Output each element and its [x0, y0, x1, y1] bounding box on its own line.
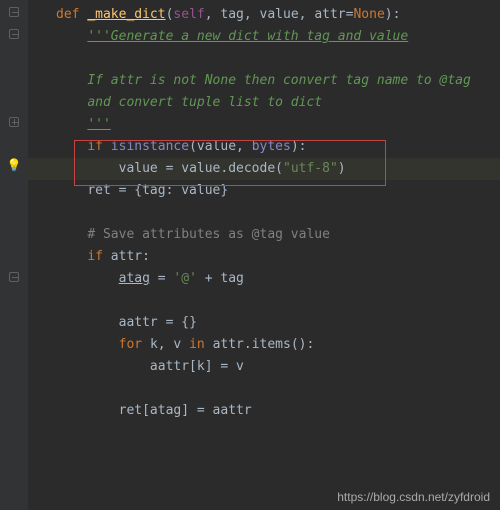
keyword: if — [87, 139, 110, 154]
code-text: attr.items(): — [213, 337, 315, 352]
fold-icon[interactable] — [7, 270, 21, 284]
lightbulb-icon[interactable]: 💡 — [7, 158, 21, 172]
code-editor[interactable]: 💡 def _make_dict ( self, tag, value, attr =… — [0, 0, 500, 510]
fold-icon[interactable] — [7, 5, 21, 19]
code-text: attr: — [111, 249, 150, 264]
comment: # Save attributes as @tag value — [87, 227, 330, 242]
param-self: self — [173, 7, 204, 22]
docstring: If attr is not None then convert tag nam… — [87, 73, 471, 88]
code-line[interactable]: '''Generate a new dict with tag and valu… — [28, 26, 500, 48]
code-line[interactable]: If attr is not None then convert tag nam… — [28, 70, 500, 92]
punct: , — [236, 139, 252, 154]
code-line[interactable] — [28, 202, 500, 224]
function-name: _make_dict — [87, 7, 165, 22]
code-line[interactable]: if isinstance(value, bytes): — [28, 136, 500, 158]
keyword: for — [119, 337, 150, 352]
builtin: isinstance — [111, 139, 189, 154]
code-line[interactable] — [28, 290, 500, 312]
docstring: and convert tuple list to dict — [87, 95, 322, 110]
builtin: bytes — [252, 139, 291, 154]
gutter: 💡 — [0, 0, 28, 510]
code-line[interactable]: ret[atag] = aattr — [28, 400, 500, 422]
fold-icon[interactable] — [7, 27, 21, 41]
code-line[interactable]: atag = '@' + tag — [28, 268, 500, 290]
code-line[interactable]: and convert tuple list to dict — [28, 92, 500, 114]
watermark: https://blog.csdn.net/zyfdroid — [337, 490, 490, 504]
keyword: in — [181, 337, 212, 352]
none-literal: None — [353, 7, 384, 22]
punct: , — [205, 7, 221, 22]
string-literal: "utf-8" — [283, 161, 338, 176]
punct: ( — [189, 139, 197, 154]
code-line[interactable]: ''' — [28, 114, 500, 136]
code-line[interactable] — [28, 48, 500, 70]
param: value — [260, 7, 299, 22]
code-text: ret = {tag: value} — [87, 183, 228, 198]
code-line-active[interactable]: value = value.decode("utf-8") — [28, 158, 500, 180]
fold-close-icon[interactable] — [7, 115, 21, 129]
docstring: ''' — [87, 117, 110, 132]
code-text: ret[atag] = aattr — [119, 403, 252, 418]
var: atag — [119, 271, 150, 286]
punct: ) — [291, 139, 299, 154]
keyword: if — [87, 249, 110, 264]
code-line[interactable]: aattr[k] = v — [28, 356, 500, 378]
code-text: value = value.decode( — [119, 161, 283, 176]
punct: : — [299, 139, 307, 154]
code-text: aattr = {} — [119, 315, 197, 330]
punct: ): — [385, 7, 401, 22]
param: attr — [314, 7, 345, 22]
code-area[interactable]: def _make_dict ( self, tag, value, attr = No… — [28, 0, 500, 510]
op: = — [150, 271, 173, 286]
arg: value — [197, 139, 236, 154]
docstring: '''Generate a new dict with tag and valu… — [87, 29, 408, 44]
code-text: + tag — [197, 271, 244, 286]
var: k — [150, 337, 158, 352]
punct: , — [299, 7, 315, 22]
punct: , — [244, 7, 260, 22]
code-line[interactable]: aattr = {} — [28, 312, 500, 334]
code-line[interactable]: # Save attributes as @tag value — [28, 224, 500, 246]
code-line[interactable] — [28, 378, 500, 400]
code-line[interactable]: def _make_dict(self, tag, value, attr=No… — [28, 4, 500, 26]
code-text: aattr[k] = v — [150, 359, 244, 374]
code-line[interactable]: ret = {tag: value} — [28, 180, 500, 202]
punct: ) — [338, 161, 346, 176]
punct: , — [158, 337, 174, 352]
keyword: def — [56, 7, 87, 22]
code-line[interactable]: for k, v in attr.items(): — [28, 334, 500, 356]
code-line[interactable]: if attr: — [28, 246, 500, 268]
param: tag — [220, 7, 243, 22]
string-literal: '@' — [173, 271, 196, 286]
